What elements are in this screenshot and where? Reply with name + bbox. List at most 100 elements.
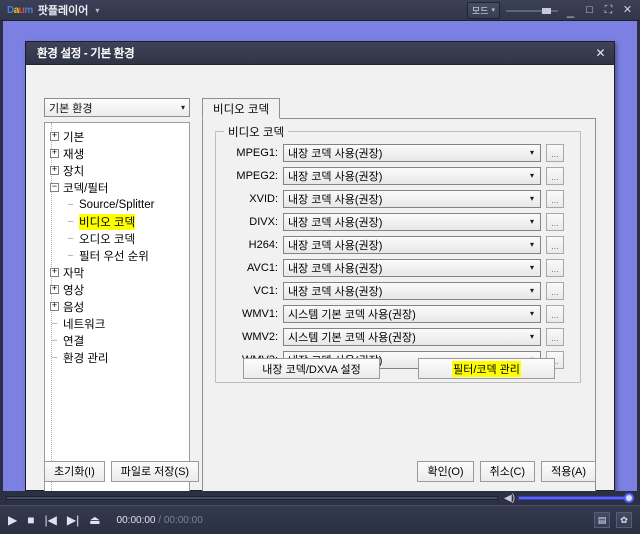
codec-more-button[interactable]: ... [546, 304, 564, 323]
codec-select[interactable]: 시스템 기본 코덱 사용(권장) ▾ [283, 304, 541, 323]
tree-item-0[interactable]: + 기본 [48, 128, 186, 145]
tree-branch-icon[interactable]: – [66, 233, 75, 244]
reset-button-label: 초기화(I) [54, 466, 95, 478]
tree-item-5[interactable]: – 비디오 코덱 [48, 213, 186, 230]
codec-select[interactable]: 내장 코덱 사용(권장) ▾ [283, 258, 541, 277]
seek-slider[interactable] [6, 496, 498, 500]
codec-select[interactable]: 내장 코덱 사용(권장) ▾ [283, 281, 541, 300]
tab-panel-video-codec: 비디오 코덱 MPEG1: 내장 코덱 사용(권장) ▾... MPEG2: 내장 코덱… [202, 118, 596, 502]
time-total: 00:00:00 [163, 514, 203, 526]
codec-select-value: 내장 코덱 사용(권장) [288, 193, 383, 206]
titlebar-slider[interactable] [506, 5, 558, 16]
expand-icon[interactable]: + [50, 132, 59, 141]
tree-item-label: 재생 [63, 148, 85, 161]
expand-icon[interactable]: + [50, 302, 59, 311]
tree-item-10[interactable]: + 음성 [48, 298, 186, 315]
expand-icon[interactable]: + [50, 268, 59, 277]
tree-item-4[interactable]: – Source/Splitter [48, 196, 186, 213]
dialog-titlebar[interactable]: 환경 설정 - 기본 환경 ✕ [26, 42, 614, 65]
play-icon[interactable]: ▶ [8, 513, 17, 527]
tree-branch-icon[interactable]: – [50, 318, 59, 329]
time-separator: / [155, 514, 164, 526]
gear-icon[interactable]: ✿ [616, 512, 632, 528]
collapse-icon[interactable]: − [50, 183, 59, 192]
tree-item-label: 기본 [63, 131, 85, 144]
volume-slider-knob[interactable] [624, 493, 634, 503]
daum-logo-icon: Daum [7, 4, 33, 16]
slider-knob[interactable] [542, 7, 551, 14]
codec-more-button[interactable]: ... [546, 281, 564, 300]
tree-branch-icon[interactable]: – [66, 199, 75, 210]
volume-slider[interactable] [518, 493, 634, 503]
codec-select[interactable]: 내장 코덱 사용(권장) ▾ [283, 189, 541, 208]
tree-branch-icon[interactable]: – [66, 250, 75, 261]
eject-icon[interactable]: ⏏ [89, 513, 100, 527]
cancel-button[interactable]: 취소(C) [479, 460, 536, 482]
codec-more-button[interactable]: ... [546, 327, 564, 346]
previous-icon[interactable]: |◀ [44, 513, 56, 527]
tree-item-8[interactable]: + 자막 [48, 264, 186, 281]
tree-item-6[interactable]: – 오디오 코덱 [48, 230, 186, 247]
codec-row-label: WMV2: [241, 330, 278, 343]
fullscreen-button[interactable]: ⛶ [602, 4, 615, 16]
codec-more-button[interactable]: ... [546, 212, 564, 231]
expand-icon[interactable]: + [50, 285, 59, 294]
expand-icon[interactable]: + [50, 166, 59, 175]
codec-select[interactable]: 내장 코덱 사용(권장) ▾ [283, 212, 541, 231]
save-to-file-button[interactable]: 파일로 저장(S) [110, 460, 200, 482]
apply-button[interactable]: 적용(A) [541, 460, 596, 482]
mode-button-label: 모드 [471, 5, 489, 16]
mode-button[interactable]: 모드 ▾ [466, 1, 500, 19]
playlist-icon[interactable]: ▤ [594, 512, 610, 528]
codec-row-0: MPEG1: 내장 코덱 사용(권장) ▾... [216, 142, 580, 163]
dxva-settings-button[interactable]: 내장 코덱/DXVA 설정 [243, 358, 380, 379]
apply-button-label: 적용(A) [551, 466, 586, 478]
maximize-button[interactable]: □ [583, 4, 596, 16]
codec-select[interactable]: 시스템 기본 코덱 사용(권장) ▾ [283, 327, 541, 346]
environment-select[interactable]: 기본 환경 ▾ [44, 98, 190, 117]
video-codec-groupbox-title: 비디오 코덱 [224, 124, 289, 140]
close-button[interactable]: ✕ [621, 4, 634, 16]
stop-icon[interactable]: ■ [27, 513, 34, 527]
tab-video-codec[interactable]: 비디오 코덱 [202, 98, 281, 119]
codec-select[interactable]: 내장 코덱 사용(권장) ▾ [283, 143, 541, 162]
time-current: 00:00:00 [116, 514, 156, 526]
ok-button[interactable]: 확인(O) [417, 460, 474, 482]
tree-item-12[interactable]: – 연결 [48, 332, 186, 349]
speaker-icon[interactable]: ◀) [504, 493, 515, 504]
tree-item-13[interactable]: – 환경 관리 [48, 349, 186, 366]
chevron-down-icon[interactable]: ▾ [95, 6, 99, 15]
volume-control[interactable]: ◀) [504, 493, 634, 504]
tree-item-2[interactable]: + 장치 [48, 162, 186, 179]
dialog-close-button[interactable]: ✕ [593, 46, 608, 60]
codec-row-4: H264: 내장 코덱 사용(권장) ▾... [216, 234, 580, 255]
codec-more-button[interactable]: ... [546, 166, 564, 185]
expand-icon[interactable]: + [50, 149, 59, 158]
reset-button[interactable]: 초기화(I) [44, 460, 105, 482]
tree-item-1[interactable]: + 재생 [48, 145, 186, 162]
codec-row-label: MPEG2: [236, 169, 278, 182]
tree-branch-icon[interactable]: – [50, 335, 59, 346]
tree-item-9[interactable]: + 영상 [48, 281, 186, 298]
next-icon[interactable]: ▶| [67, 513, 79, 527]
codec-more-button[interactable]: ... [546, 258, 564, 277]
chevron-down-icon: ▾ [491, 7, 495, 14]
footer-right-buttons: 확인(O) 취소(C) 적용(A) [417, 460, 596, 482]
codec-more-button[interactable]: ... [546, 189, 564, 208]
codec-select-value: 시스템 기본 코덱 사용(권장) [288, 331, 416, 344]
app-logo[interactable]: Daum 팟플레이어 ▾ [7, 2, 99, 18]
minimize-button[interactable]: _ [564, 4, 577, 17]
tree-item-3[interactable]: − 코덱/필터 [48, 179, 186, 196]
filter-codec-manage-button[interactable]: 필터/코덱 관리 [418, 358, 555, 379]
settings-tree[interactable]: + 기본 + 재생 + 장치 − 코덱/필터 – Source/Splitter – 비디오 코덱 – 오… [44, 122, 190, 502]
codec-select[interactable]: 내장 코덱 사용(권장) ▾ [283, 235, 541, 254]
tree-item-label: 자막 [63, 267, 85, 280]
codec-select[interactable]: 내장 코덱 사용(권장) ▾ [283, 166, 541, 185]
chevron-down-icon: ▾ [529, 309, 534, 318]
tree-item-7[interactable]: – 필터 우선 순위 [48, 247, 186, 264]
tree-branch-icon[interactable]: – [66, 216, 75, 227]
tree-branch-icon[interactable]: – [50, 352, 59, 363]
codec-more-button[interactable]: ... [546, 143, 564, 162]
codec-more-button[interactable]: ... [546, 235, 564, 254]
tree-item-11[interactable]: – 네트워크 [48, 315, 186, 332]
